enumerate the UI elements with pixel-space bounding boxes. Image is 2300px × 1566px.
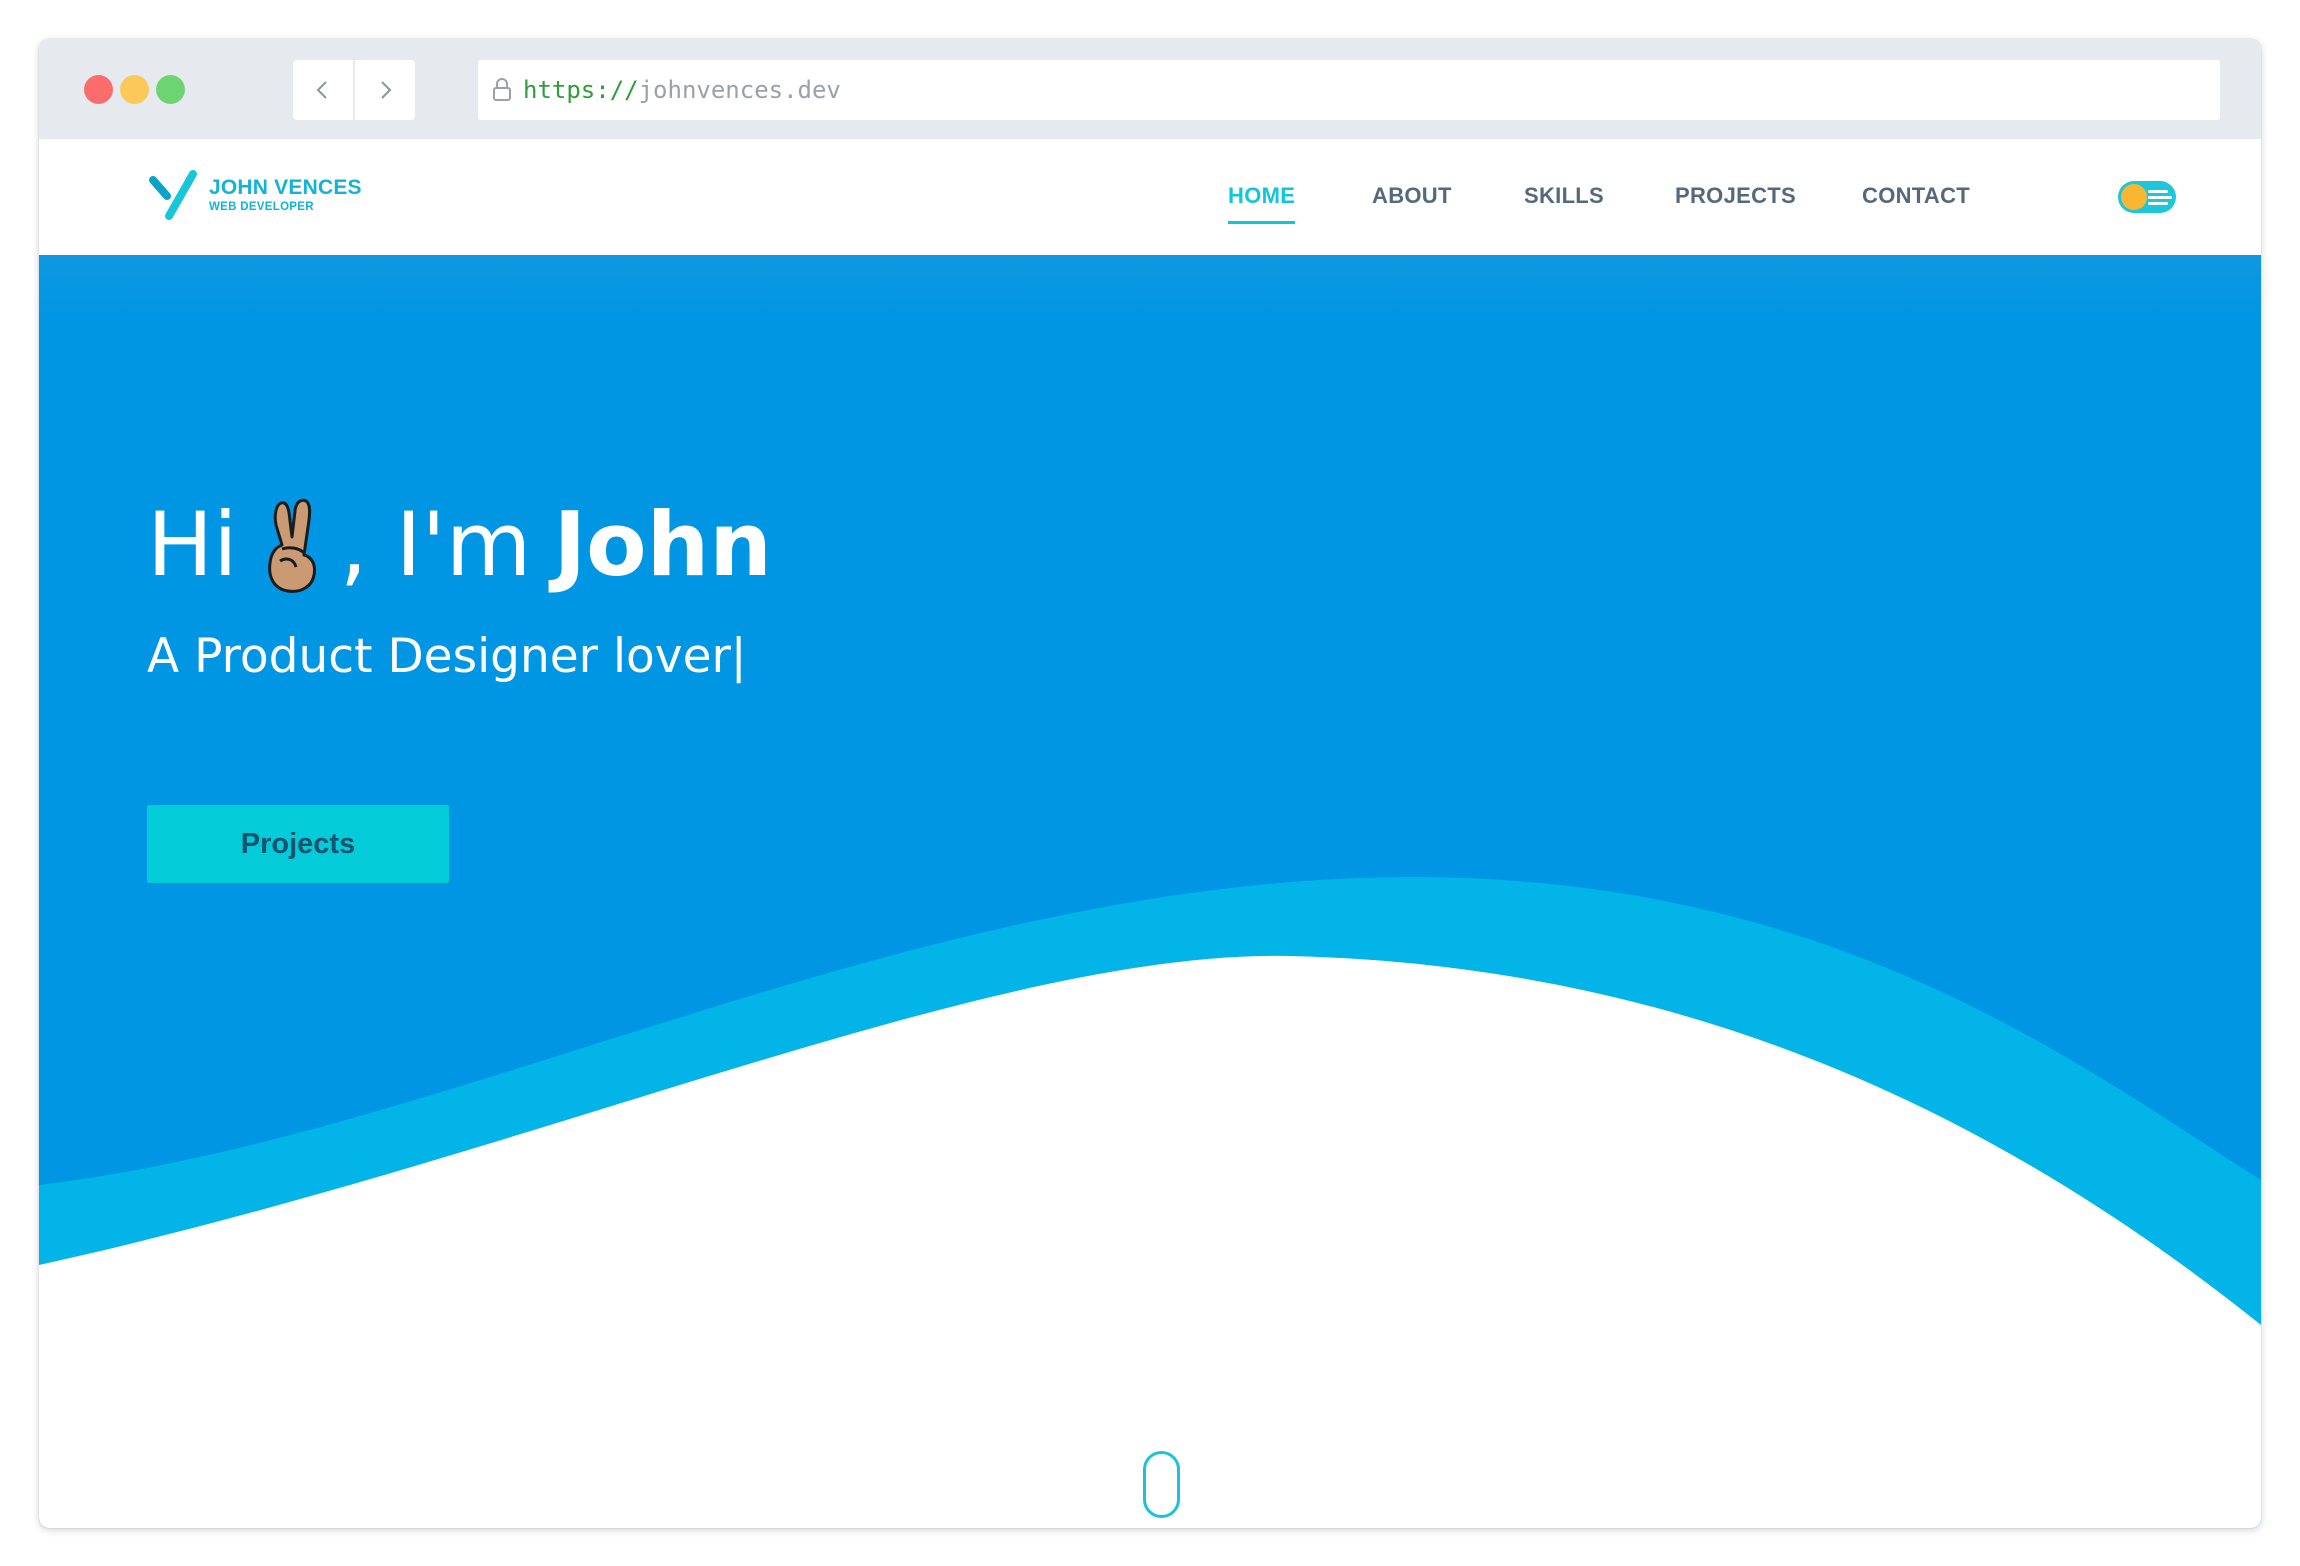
hero-section: Hi , I'm John A Product Designer lover| … xyxy=(39,255,2261,1528)
victory-hand-icon xyxy=(267,498,316,593)
nav-item-home-label: HOME xyxy=(1228,183,1296,208)
back-button[interactable] xyxy=(293,60,353,120)
site-header: JOHN VENCES WEB DEVELOPER HOME ABOUT SKI… xyxy=(39,139,2261,255)
browser-window: https:// johnvences.dev JOHN VENCES WEB … xyxy=(39,39,2261,1528)
nav-item-home[interactable]: HOME xyxy=(1228,183,1296,224)
projects-button[interactable]: Projects xyxy=(147,805,449,883)
nav-item-contact[interactable]: CONTACT xyxy=(1862,183,1970,209)
hero-subtitle: A Product Designer lover| xyxy=(147,629,747,684)
maximize-window-button[interactable] xyxy=(156,75,185,104)
chevron-left-icon xyxy=(316,81,327,99)
hero-greeting-prefix: Hi xyxy=(147,493,238,596)
nav-item-skills[interactable]: SKILLS xyxy=(1524,183,1604,209)
hero-greeting-middle: , I'm xyxy=(339,493,532,596)
url-scheme: https:// xyxy=(523,76,639,104)
hero-name: John xyxy=(553,493,772,596)
mouse-scroll-icon[interactable] xyxy=(1143,1451,1180,1518)
nav-item-about[interactable]: ABOUT xyxy=(1372,183,1452,209)
hero-heading: Hi , I'm John xyxy=(147,497,772,593)
toggle-line xyxy=(2148,190,2168,193)
hero-wave-background xyxy=(39,255,2261,1528)
minimize-window-button[interactable] xyxy=(120,75,149,104)
chevron-right-icon xyxy=(381,81,392,99)
address-bar[interactable]: https:// johnvences.dev xyxy=(478,60,2220,120)
lock-icon xyxy=(491,77,513,103)
nav-item-projects[interactable]: PROJECTS xyxy=(1675,183,1796,209)
forward-button[interactable] xyxy=(355,60,415,120)
browser-toolbar: https:// johnvences.dev xyxy=(39,39,2261,139)
close-window-button[interactable] xyxy=(84,75,113,104)
theme-toggle[interactable] xyxy=(2118,181,2176,213)
toggle-line xyxy=(2148,202,2168,205)
theme-toggle-knob xyxy=(2121,184,2147,210)
toggle-line xyxy=(2148,196,2172,199)
active-nav-underline xyxy=(1228,221,1296,224)
url-host: johnvences.dev xyxy=(638,76,841,104)
main-navigation: HOME ABOUT SKILLS PROJECTS CONTACT xyxy=(39,139,2261,255)
web-page: JOHN VENCES WEB DEVELOPER HOME ABOUT SKI… xyxy=(39,139,2261,1528)
